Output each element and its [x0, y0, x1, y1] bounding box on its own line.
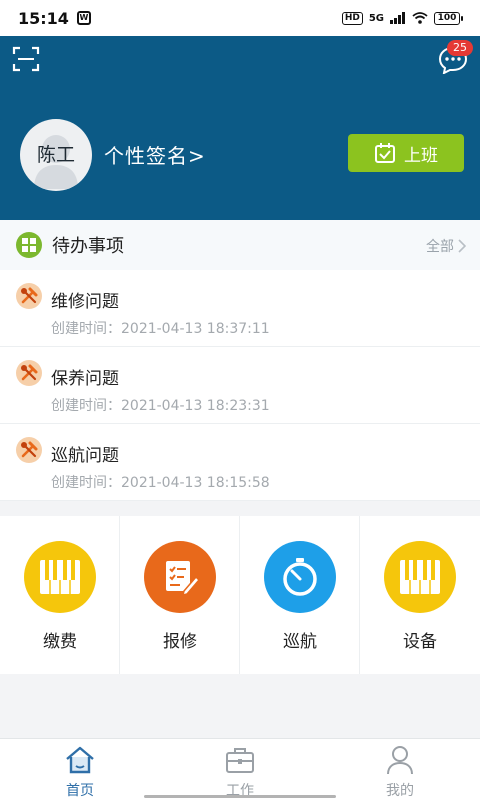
todo-all-label: 全部: [426, 239, 454, 255]
wrench-hammer-icon: [16, 437, 42, 463]
grid-item-patrol[interactable]: 巡航: [240, 516, 360, 674]
todo-grid-icon: [16, 232, 42, 258]
tab-label: 我的: [386, 783, 414, 799]
scan-icon[interactable]: [12, 46, 40, 72]
grid-item-label: 设备: [403, 632, 437, 652]
todo-item-title: 保养问题: [51, 369, 119, 389]
user-icon: [387, 746, 413, 775]
avatar-name: 陈工: [36, 144, 75, 166]
checkin-button[interactable]: 上班: [348, 134, 464, 172]
todo-item-time: 创建时间：2021-04-13 18:37:11: [51, 321, 270, 337]
todo-all-link[interactable]: 全部: [426, 236, 466, 256]
bottom-tab-bar: 首页 工作 我的: [0, 738, 480, 800]
app-notification-icon: W: [76, 11, 91, 25]
piano-icon: [24, 541, 96, 613]
briefcase-icon: [226, 748, 254, 773]
calendar-check-icon: [375, 143, 395, 163]
wifi-icon: [412, 12, 428, 24]
stopwatch-icon: [264, 541, 336, 613]
signal-icon: [390, 12, 405, 24]
avatar[interactable]: 陈工: [20, 119, 92, 191]
tab-mine[interactable]: 我的: [320, 739, 480, 800]
grid-item-label: 巡航: [283, 632, 317, 652]
status-bar: 15:14 W HD 5G 100: [0, 0, 480, 36]
message-badge: 25: [447, 40, 473, 56]
function-grid: 缴费 报修 巡航 设备: [0, 516, 480, 674]
todo-item-time: 创建时间：2021-04-13 18:23:31: [51, 398, 270, 414]
wrench-hammer-icon: [16, 283, 42, 309]
grid-item-payment[interactable]: 缴费: [0, 516, 120, 674]
piano-icon: [384, 541, 456, 613]
profile-header: 25 陈工 个性签名> 上班: [0, 36, 480, 220]
grid-item-equipment[interactable]: 设备: [360, 516, 480, 674]
signature-link[interactable]: 个性签名>: [104, 140, 206, 169]
tab-home[interactable]: 首页: [0, 739, 160, 800]
checklist-pen-icon: [144, 541, 216, 613]
status-time: 15:14: [18, 8, 69, 28]
hd-icon: HD: [341, 11, 363, 25]
battery-icon: 100: [434, 11, 463, 25]
grid-item-repair[interactable]: 报修: [120, 516, 240, 674]
status-indicators: HD 5G 100: [341, 11, 463, 25]
todo-title: 待办事项: [52, 236, 124, 257]
todo-item[interactable]: 巡航问题 创建时间：2021-04-13 18:15:58: [0, 424, 480, 501]
wrench-hammer-icon: [16, 360, 42, 386]
tab-label: 首页: [66, 783, 94, 799]
todo-item[interactable]: 维修问题 创建时间：2021-04-13 18:37:11: [0, 270, 480, 347]
status-time-group: 15:14 W: [18, 9, 91, 28]
grid-item-label: 缴费: [43, 632, 77, 652]
grid-item-label: 报修: [163, 632, 197, 652]
home-icon: [66, 746, 94, 774]
todo-item-title: 巡航问题: [51, 446, 119, 466]
todo-item-time: 创建时间：2021-04-13 18:15:58: [51, 475, 270, 491]
todo-section-header: 待办事项 全部: [0, 220, 480, 270]
checkin-label: 上班: [404, 145, 438, 166]
todo-item-title: 维修问题: [51, 292, 119, 312]
tab-work[interactable]: 工作: [160, 739, 320, 800]
home-indicator[interactable]: [144, 795, 336, 798]
todo-item[interactable]: 保养问题 创建时间：2021-04-13 18:23:31: [0, 347, 480, 424]
network-label: 5G: [368, 12, 384, 24]
chevron-right-icon: [458, 239, 466, 253]
